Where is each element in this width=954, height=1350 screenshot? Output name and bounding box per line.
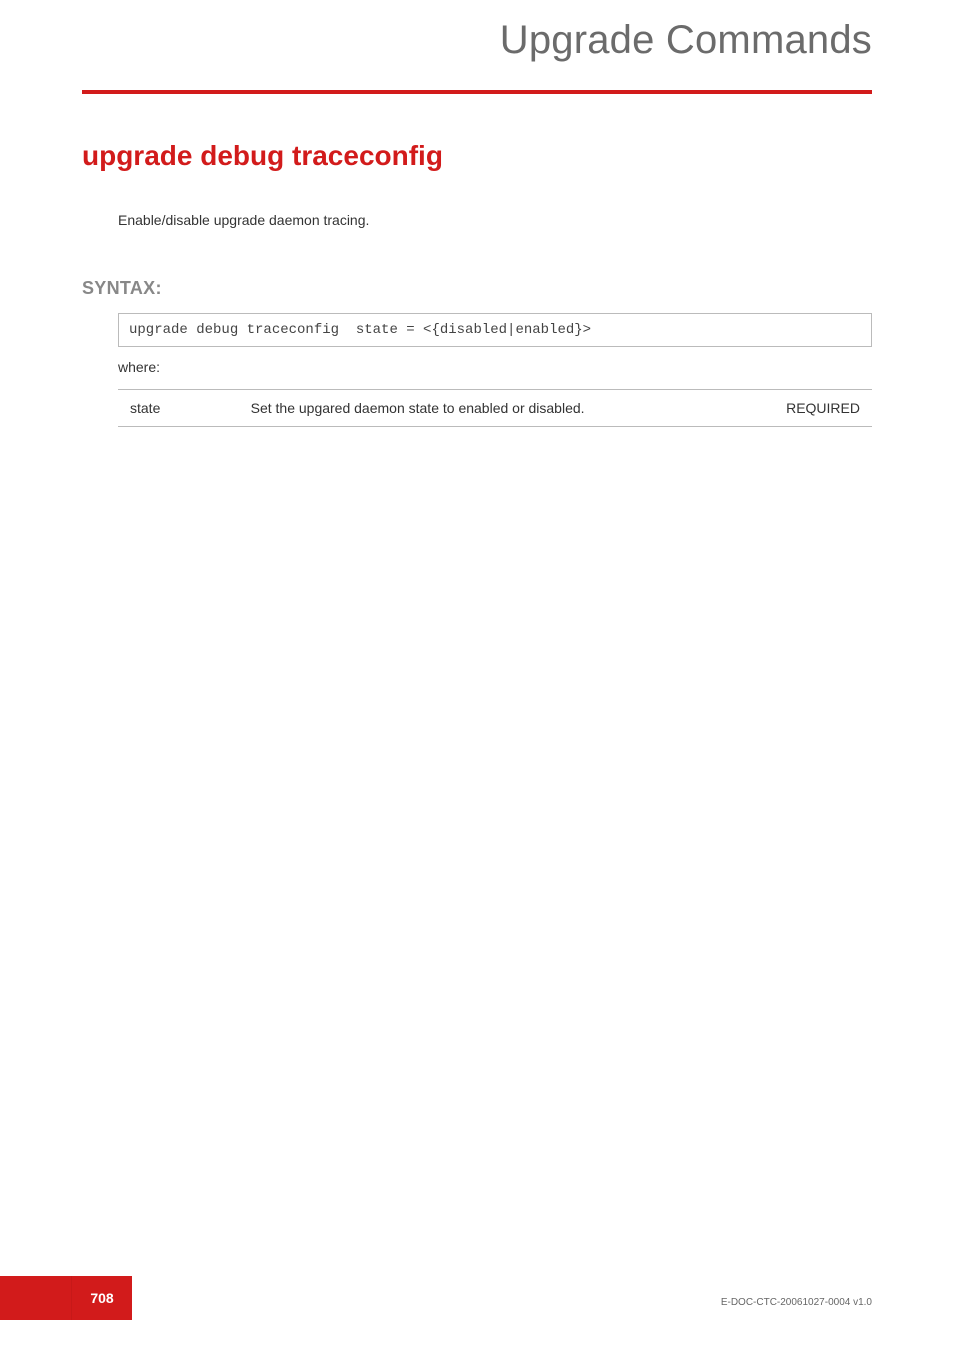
where-label: where: — [118, 359, 872, 375]
param-flag: REQUIRED — [736, 390, 872, 427]
doc-code: E-DOC-CTC-20061027-0004 v1.0 — [721, 1297, 872, 1308]
header-rule — [82, 90, 872, 94]
page-number: 708 — [90, 1290, 113, 1306]
param-table: state Set the upgared daemon state to en… — [118, 389, 872, 427]
syntax-command: upgrade debug traceconfig state = <{disa… — [129, 322, 591, 338]
param-name: state — [118, 390, 239, 427]
page: Upgrade Commands upgrade debug traceconf… — [0, 0, 954, 1350]
syntax-command-box: upgrade debug traceconfig state = <{disa… — [118, 313, 872, 347]
syntax-heading: SYNTAX: — [82, 278, 872, 299]
header-title: Upgrade Commands — [500, 18, 872, 62]
table-row: state Set the upgared daemon state to en… — [118, 390, 872, 427]
page-header: Upgrade Commands — [0, 18, 954, 63]
param-desc: Set the upgared daemon state to enabled … — [239, 390, 737, 427]
content-area: upgrade debug traceconfig Enable/disable… — [82, 140, 872, 427]
page-number-tab: 708 — [72, 1276, 132, 1320]
section-title: upgrade debug traceconfig — [82, 140, 872, 172]
section-description: Enable/disable upgrade daemon tracing. — [118, 212, 872, 228]
page-footer: 708 E-DOC-CTC-20061027-0004 v1.0 — [0, 1276, 954, 1320]
